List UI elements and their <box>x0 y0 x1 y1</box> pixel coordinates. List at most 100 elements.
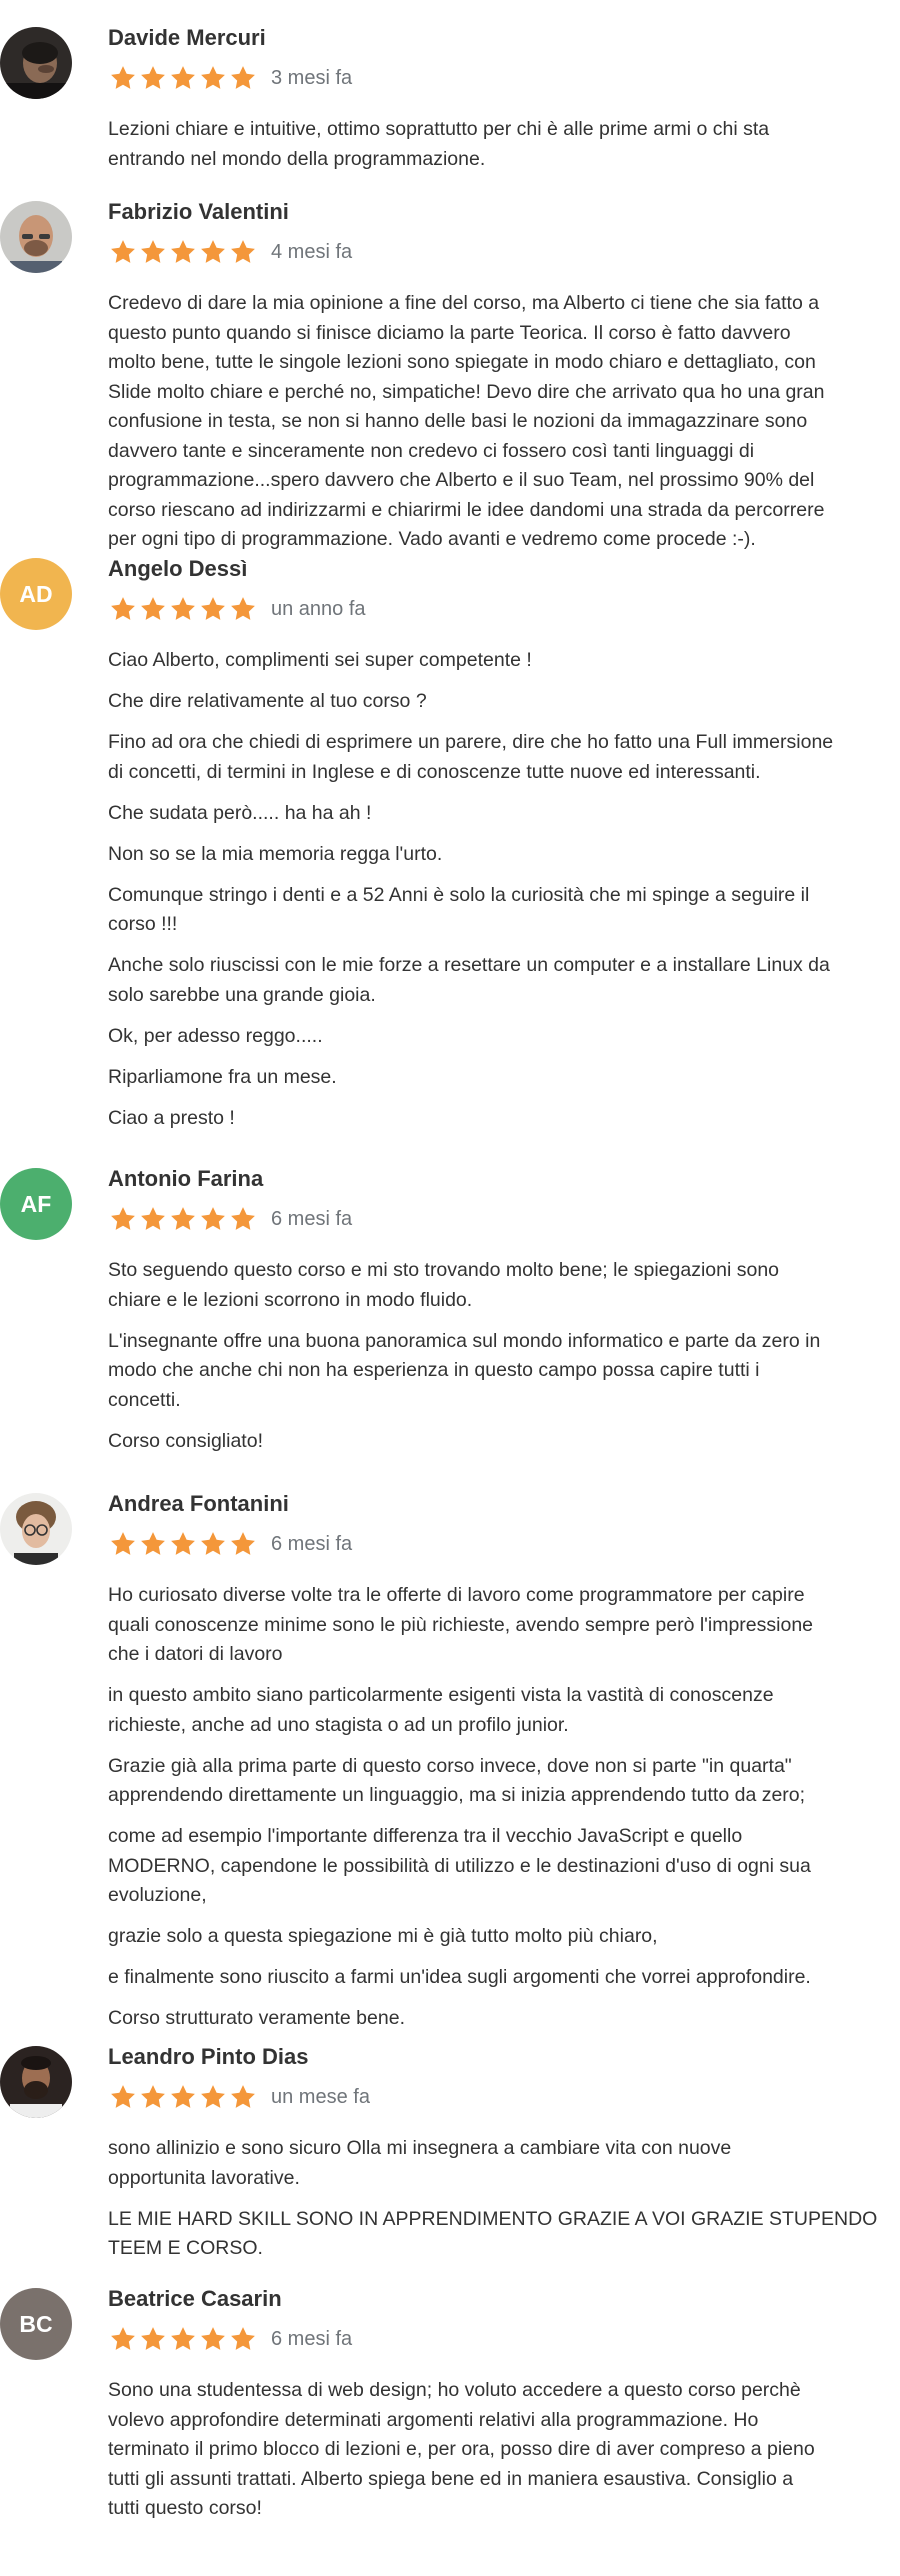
rating-row: un anno fa <box>108 594 366 624</box>
review-date: 4 mesi fa <box>271 240 353 263</box>
rating-row: 6 mesi fa <box>108 2324 352 2354</box>
star-icon <box>168 238 198 266</box>
review-text: Sto seguendo questo corso e mi sto trova… <box>108 1256 898 1468</box>
avatar-photo[interactable] <box>0 1493 72 1565</box>
reviewer-name[interactable]: Andrea Fontanini <box>108 1490 289 1518</box>
star-icon <box>108 1530 138 1558</box>
review-line: Che sudata però..... ha ha ah ! <box>108 801 372 824</box>
review-line: confusione in testa, se non si hanno del… <box>108 410 808 432</box>
review-date: 6 mesi fa <box>271 2327 353 2350</box>
review-line: davvero tante e sinceramente non credevo… <box>108 439 755 462</box>
review-line: Lezioni chiare e intuitive, ottimo sopra… <box>108 118 770 140</box>
review-text: Sono una studentessa di web design; ho v… <box>108 2376 898 2535</box>
star-icon <box>198 595 228 623</box>
review-line: solo sarebbe una grande gioia. <box>108 983 376 1006</box>
review-line: apprendendo direttamente un linguaggio, … <box>108 1784 806 1806</box>
review-line: Che dire relativamente al tuo corso ? <box>108 690 427 712</box>
avatar-initials[interactable]: AF <box>0 1168 72 1240</box>
review-text: Credevo di dare la mia opinione a fine d… <box>108 289 898 566</box>
review-line: Ciao Alberto, complimenti sei super comp… <box>108 649 532 671</box>
user-photo-icon <box>0 201 72 273</box>
star-icon <box>198 2083 228 2111</box>
star-icon <box>138 2083 168 2111</box>
star-icon <box>168 2083 198 2111</box>
reviewer-name[interactable]: Angelo Dessì <box>108 555 247 583</box>
review-line: tutti gli assunti trattati. Alberto spie… <box>108 2467 794 2490</box>
star-rating <box>108 64 258 92</box>
review-line: Riparliamone fra un mese. <box>108 1065 337 1088</box>
star-icon <box>138 1530 168 1558</box>
review-paragraph: Ho curiosato diverse volte tra le offert… <box>108 1581 898 1670</box>
star-icon <box>108 238 138 266</box>
avatar-photo[interactable] <box>0 201 72 273</box>
star-icon <box>138 238 168 266</box>
review-line: Non so se la mia memoria regga l'urto. <box>108 842 443 865</box>
review-text: sono allinizio e sono sicuro Olla mi ins… <box>108 2134 898 2275</box>
review-line: LE MIE HARD SKILL SONO IN APPRENDIMENTO … <box>108 2207 878 2230</box>
review-line: entrando nel mondo della programmazione. <box>108 147 486 170</box>
review-line: Anche solo riuscissi con le mie forze a … <box>108 954 830 976</box>
star-rating <box>108 595 258 623</box>
review-line: MODERNO, capendone le possibilità di uti… <box>108 1854 811 1877</box>
review-line: opportunita lavorative. <box>108 2166 300 2189</box>
avatar-photo[interactable] <box>0 2046 72 2118</box>
review-line: programmazione...spero davvero che Alber… <box>108 469 815 491</box>
star-icon <box>228 1530 258 1558</box>
star-icon <box>198 1530 228 1558</box>
star-icon <box>108 1205 138 1233</box>
review-line: Fino ad ora che chiedi di esprimere un p… <box>108 731 834 753</box>
rating-row: 3 mesi fa <box>108 63 352 93</box>
review-date: 6 mesi fa <box>271 1532 353 1555</box>
avatar-initials[interactable]: BC <box>0 2288 72 2360</box>
avatar-photo[interactable] <box>0 27 72 99</box>
review-line: richieste, anche ad uno stagista o ad un… <box>108 1713 569 1736</box>
reviewer-name[interactable]: Beatrice Casarin <box>108 2285 282 2313</box>
user-photo-icon <box>0 27 72 99</box>
review-line: Comunque stringo i denti e a 52 Anni è s… <box>108 883 810 906</box>
review-line: volevo approfondire determinati argoment… <box>108 2408 759 2431</box>
reviewer-name[interactable]: Davide Mercuri <box>108 24 266 52</box>
review-date: un mese fa <box>271 2085 370 2108</box>
star-rating <box>108 1530 258 1558</box>
avatar-initials[interactable]: AD <box>0 558 72 630</box>
star-icon <box>228 2083 258 2111</box>
review-paragraph: Che dire relativamente al tuo corso ? <box>108 687 898 717</box>
user-photo-icon <box>0 1493 72 1565</box>
star-icon <box>198 64 228 92</box>
review-line: concetti. <box>108 1388 181 1411</box>
star-icon <box>108 2325 138 2353</box>
review-paragraph: Lezioni chiare e intuitive, ottimo sopra… <box>108 115 898 174</box>
reviews-list: Davide Mercuri 3 mesi fa Lezioni chiare e … <box>0 0 900 2576</box>
star-icon <box>198 238 228 266</box>
review-line: che i datori di lavoro <box>108 1643 283 1665</box>
reviewer-name[interactable]: Antonio Farina <box>108 1165 263 1193</box>
star-icon <box>138 64 168 92</box>
star-icon <box>198 1205 228 1233</box>
review-line: Corso strutturato veramente bene. <box>108 2007 405 2029</box>
star-icon <box>138 595 168 623</box>
review-paragraph: Credevo di dare la mia opinione a fine d… <box>108 289 898 555</box>
review-line: di concetti, di termini in Inglese e di … <box>108 760 761 783</box>
review-line: Sono una studentessa di web design; ho v… <box>108 2379 801 2401</box>
reviewer-name[interactable]: Leandro Pinto Dias <box>108 2043 308 2071</box>
review-paragraph: in questo ambito siano particolarmente e… <box>108 1681 898 1740</box>
review-paragraph: Ciao a presto ! <box>108 1104 898 1134</box>
review-paragraph: Che sudata però..... ha ha ah ! <box>108 799 898 829</box>
review-text: Ciao Alberto, complimenti sei super comp… <box>108 646 898 1145</box>
star-icon <box>108 2083 138 2111</box>
review-line: corso riescano ad indirizzarmi e chiarir… <box>108 498 825 521</box>
star-icon <box>228 1205 258 1233</box>
star-icon <box>168 1205 198 1233</box>
star-icon <box>228 238 258 266</box>
avatar-initials-text: AD <box>19 580 53 607</box>
reviewer-name[interactable]: Fabrizio Valentini <box>108 198 289 226</box>
review-line: corso !!! <box>108 913 178 935</box>
review-line: Slide molto chiare e perché no, simpatic… <box>108 380 825 403</box>
review-paragraph: Ok, per adesso reggo..... <box>108 1022 898 1052</box>
rating-row: un mese fa <box>108 2082 370 2112</box>
review-line: Corso consigliato! <box>108 1429 263 1452</box>
review-line: come ad esempio l'importante differenza … <box>108 1825 743 1847</box>
review-paragraph: e finalmente sono riuscito a farmi un'id… <box>108 1963 898 1993</box>
review-line: sono allinizio e sono sicuro Olla mi ins… <box>108 2137 732 2159</box>
review-paragraph: Comunque stringo i denti e a 52 Anni è s… <box>108 881 898 940</box>
